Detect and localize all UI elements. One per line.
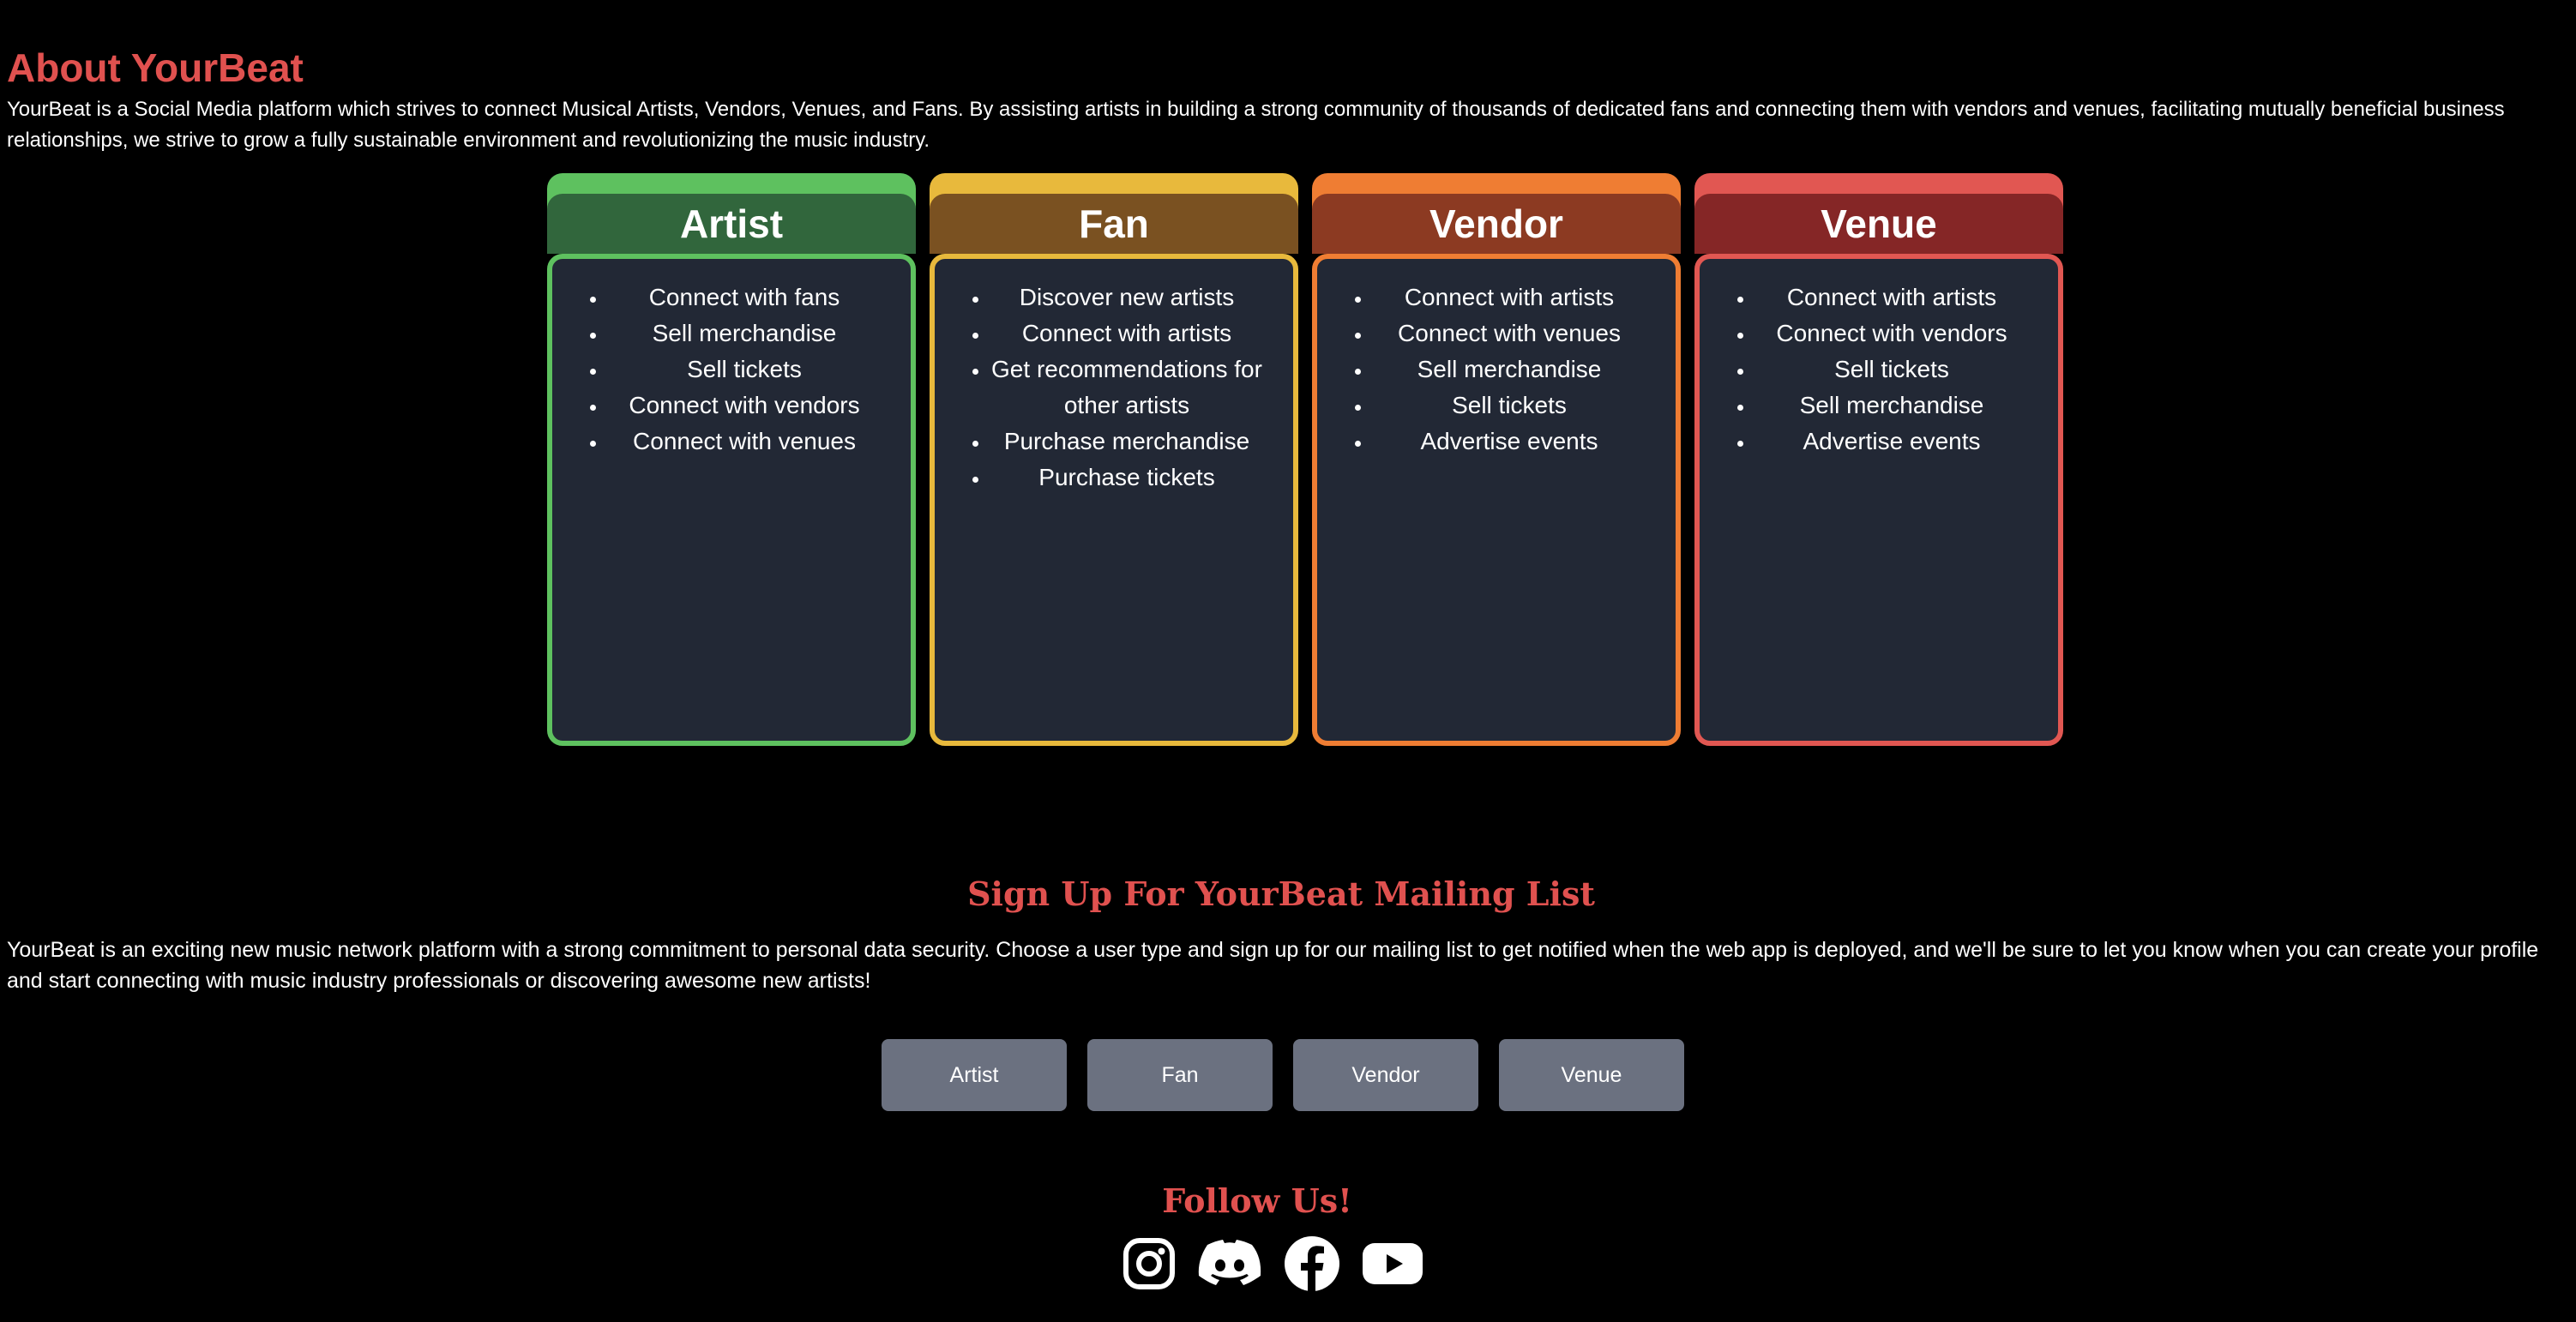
venue-card-body: Connect with artists Connect with vendor… — [1694, 254, 2063, 746]
signup-description: YourBeat is an exciting new music networ… — [7, 938, 2539, 993]
list-item: Connect with vendors — [607, 388, 882, 424]
instagram-icon[interactable] — [1122, 1236, 1177, 1291]
list-item: Sell merchandise — [1372, 352, 1646, 388]
artist-card-body: Connect with fans Sell merchandise Sell … — [547, 254, 916, 746]
fan-card-title: Fan — [930, 194, 1298, 254]
artist-card-title: Artist — [547, 194, 916, 254]
fan-card-body: Discover new artists Connect with artist… — [930, 254, 1298, 746]
venue-card: Venue Connect with artists Connect with … — [1694, 173, 2063, 746]
list-item: Connect with vendors — [1754, 315, 2029, 352]
vendor-feature-list: Connect with artists Connect with venues… — [1317, 279, 1676, 460]
user-type-cards: Artist Connect with fans Sell merchandis… — [547, 173, 2063, 746]
list-item: Purchase merchandise — [990, 424, 1264, 460]
list-item: Sell tickets — [1372, 388, 1646, 424]
list-item: Connect with artists — [990, 315, 1264, 352]
venue-feature-list: Connect with artists Connect with vendor… — [1700, 279, 2058, 460]
list-item: Connect with artists — [1754, 279, 2029, 315]
discord-icon[interactable] — [1197, 1236, 1262, 1291]
youtube-icon[interactable] — [1362, 1241, 1423, 1286]
list-item: Purchase tickets — [990, 460, 1264, 496]
signup-fan-button[interactable]: Fan — [1087, 1039, 1273, 1111]
vendor-card: Vendor Connect with artists Connect with… — [1312, 173, 1681, 746]
about-description: YourBeat is a Social Media platform whic… — [7, 98, 2505, 152]
artist-card: Artist Connect with fans Sell merchandis… — [547, 173, 916, 746]
list-item: Connect with venues — [607, 424, 882, 460]
about-section: About YourBeat YourBeat is a Social Medi… — [7, 41, 2562, 156]
about-title: About YourBeat — [7, 45, 304, 90]
fan-card: Fan Discover new artists Connect with ar… — [930, 173, 1298, 746]
list-item: Sell merchandise — [1754, 388, 2029, 424]
list-item: Advertise events — [1372, 424, 1646, 460]
signup-venue-button[interactable]: Venue — [1499, 1039, 1684, 1111]
list-item: Sell tickets — [607, 352, 882, 388]
list-item: Advertise events — [1754, 424, 2029, 460]
list-item: Connect with artists — [1372, 279, 1646, 315]
venue-card-title: Venue — [1694, 194, 2063, 254]
list-item: Sell merchandise — [607, 315, 882, 352]
artist-feature-list: Connect with fans Sell merchandise Sell … — [552, 279, 911, 460]
vendor-card-body: Connect with artists Connect with venues… — [1312, 254, 1681, 746]
vendor-card-title: Vendor — [1312, 194, 1681, 254]
fan-feature-list: Discover new artists Connect with artist… — [935, 279, 1293, 496]
social-links — [1122, 1235, 1423, 1293]
facebook-icon[interactable] — [1283, 1235, 1341, 1293]
signup-vendor-button[interactable]: Vendor — [1293, 1039, 1478, 1111]
list-item: Get recommendations for other artists — [990, 352, 1264, 424]
list-item: Connect with fans — [607, 279, 882, 315]
signup-buttons: Artist Fan Vendor Venue — [882, 1039, 1684, 1111]
list-item: Connect with venues — [1372, 315, 1646, 352]
list-item: Sell tickets — [1754, 352, 2029, 388]
signup-artist-button[interactable]: Artist — [882, 1039, 1067, 1111]
follow-title: Follow Us! — [1162, 1181, 1352, 1220]
signup-title: Sign Up For YourBeat Mailing List — [967, 874, 1595, 913]
list-item: Discover new artists — [990, 279, 1264, 315]
